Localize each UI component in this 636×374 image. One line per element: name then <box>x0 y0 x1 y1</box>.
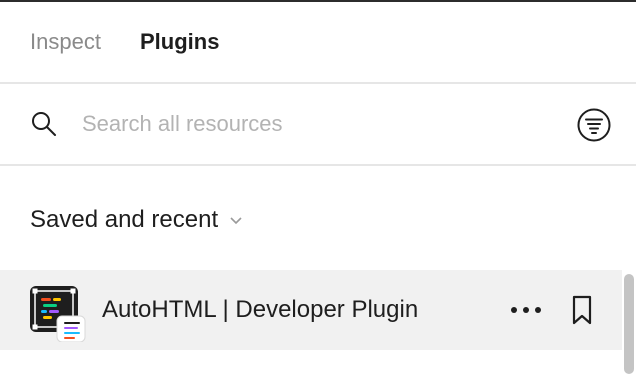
section-saved-and-recent[interactable]: Saved and recent <box>30 204 244 236</box>
more-icon[interactable] <box>506 296 546 324</box>
chevron-down-icon <box>230 217 242 225</box>
tab-plugins[interactable]: Plugins <box>140 28 219 56</box>
search-icon <box>32 112 56 136</box>
search-input[interactable] <box>82 106 552 142</box>
plugin-name: AutoHTML | Developer Plugin <box>102 296 419 323</box>
section-title: Saved and recent <box>30 206 219 233</box>
bookmark-icon[interactable] <box>568 294 596 326</box>
search-bar <box>0 84 636 166</box>
scrollbar[interactable] <box>624 274 634 374</box>
filter-icon[interactable] <box>576 107 612 143</box>
tab-inspect[interactable]: Inspect <box>30 28 101 56</box>
autohtml-plugin-icon <box>30 286 86 342</box>
panel-tabs: Inspect Plugins <box>0 2 636 84</box>
plugin-list-item[interactable]: AutoHTML | Developer Plugin <box>0 270 622 350</box>
